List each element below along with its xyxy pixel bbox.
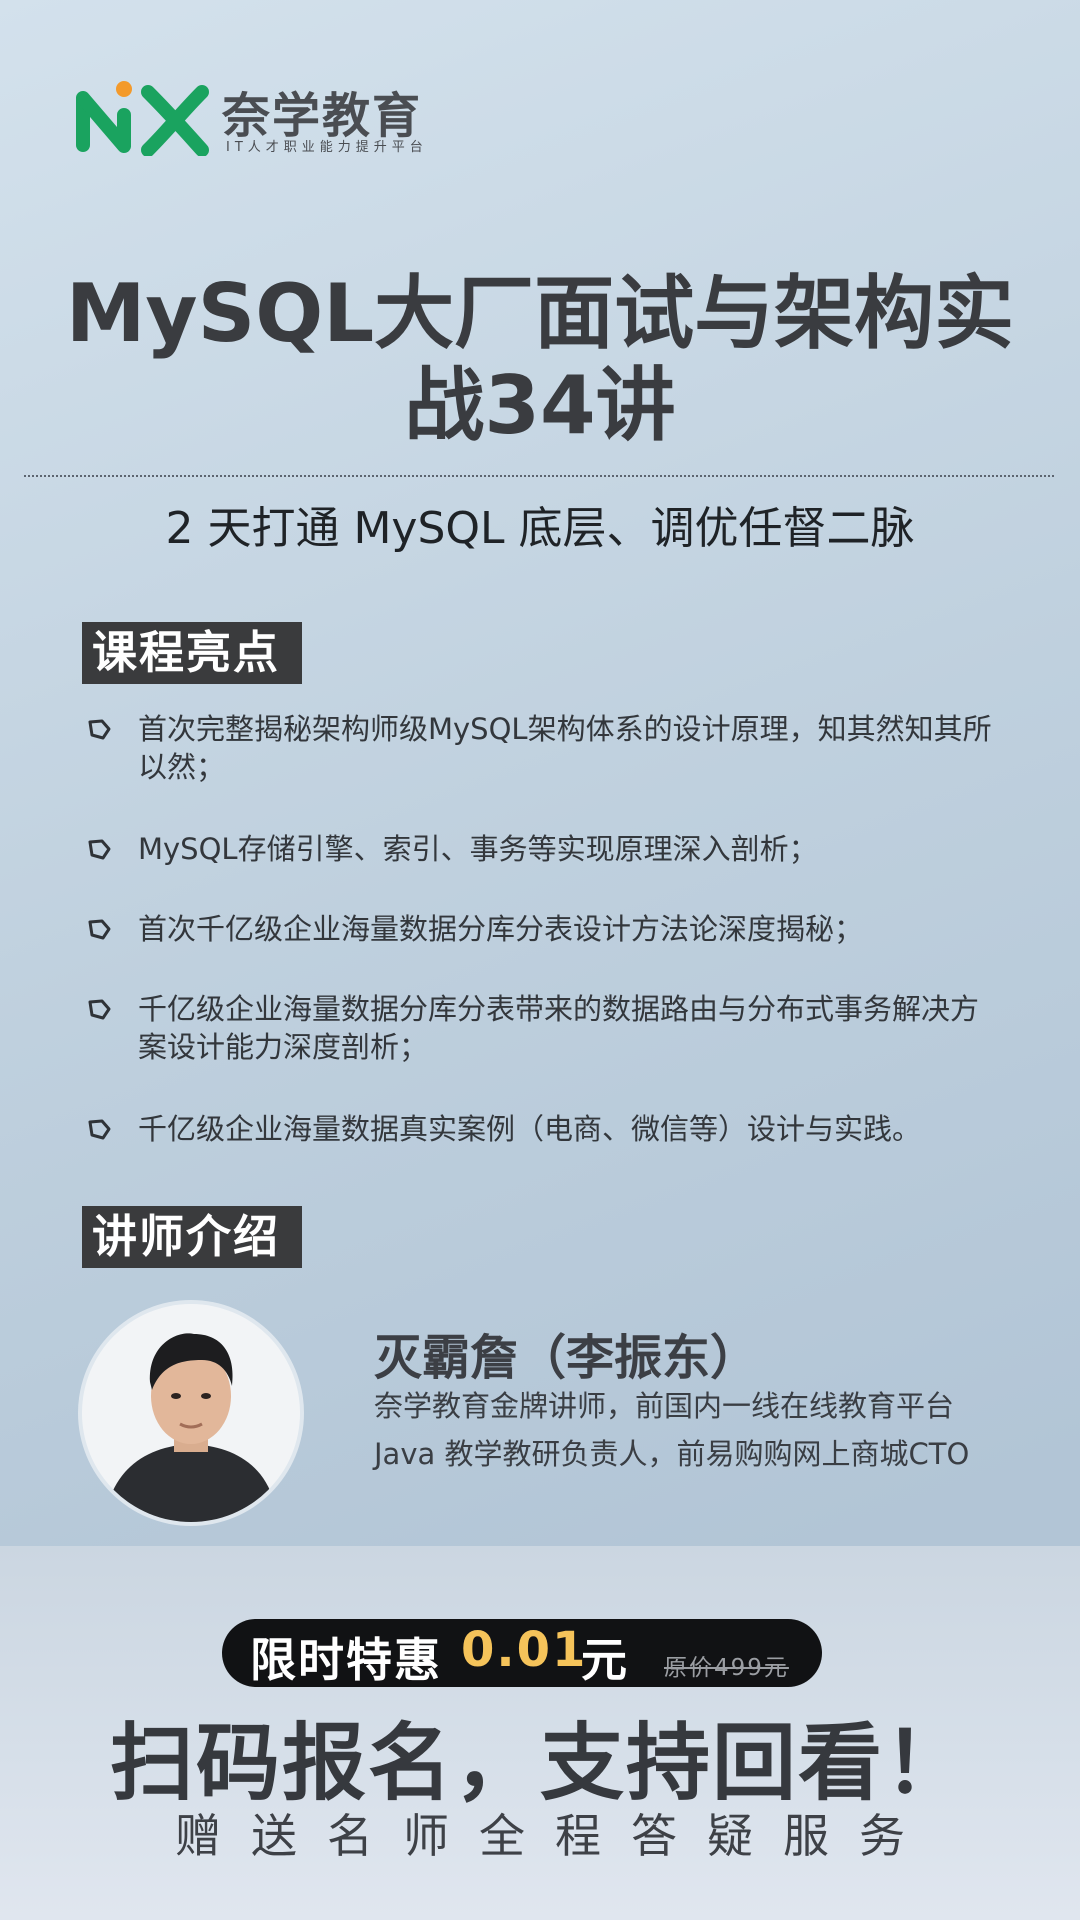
lecturer-name: 灭霸詹（李振东） [374, 1330, 759, 1386]
hexagon-bullet-icon [88, 999, 111, 1020]
signup-cta: 扫码报名，支持回看！ [109, 1714, 970, 1812]
promo-label: 限时特惠 [250, 1633, 442, 1687]
lecturer-description: 奈学教育金牌讲师，前国内一线在线教育平台 Java 教学教研负责人，前易购购网上… [374, 1389, 970, 1471]
highlights-heading: 课程亮点 [82, 622, 302, 684]
dotted-divider [24, 475, 1054, 477]
hexagon-bullet-icon [88, 719, 111, 740]
hexagon-bullet-icon [88, 919, 111, 940]
promo-unit: 元 [581, 1633, 627, 1687]
brand-logo: 奈学教育 IT人才职业能力提升平台 [74, 76, 434, 158]
lecturer-avatar [82, 1304, 300, 1522]
hexagon-bullet-icon [88, 1119, 111, 1140]
highlight-text: 首次完整揭秘架构师级MySQL架构体系的设计原理，知其然知其所以然； [138, 712, 992, 784]
nx-logo-icon [76, 81, 209, 156]
course-title: MySQL大厂面试与架构实战34讲 [65, 267, 1015, 452]
highlight-text: MySQL存储引擎、索引、事务等实现原理深入剖析； [138, 832, 818, 866]
hexagon-bullet-icon [88, 839, 111, 860]
lecturer-heading: 讲师介绍 [82, 1206, 302, 1268]
original-price: 原价499元 [664, 1655, 789, 1681]
promo-price: 0.01 [461, 1622, 588, 1678]
brand-slogan: IT人才职业能力提升平台 [226, 140, 428, 155]
highlight-text: 首次千亿级企业海量数据分库分表设计方法论深度揭秘； [138, 912, 864, 946]
highlight-text: 千亿级企业海量数据真实案例（电商、微信等）设计与实践。 [138, 1112, 922, 1146]
course-subtitle: 2 天打通 MySQL 底层、调优任督二脉 [165, 503, 915, 554]
lecturer-photo-icon [82, 1304, 300, 1522]
highlight-text: 千亿级企业海量数据分库分表带来的数据路由与分布式事务解决方案设计能力深度剖析； [138, 992, 980, 1064]
service-note: 赠送名师全程答疑服务 [175, 1809, 935, 1863]
